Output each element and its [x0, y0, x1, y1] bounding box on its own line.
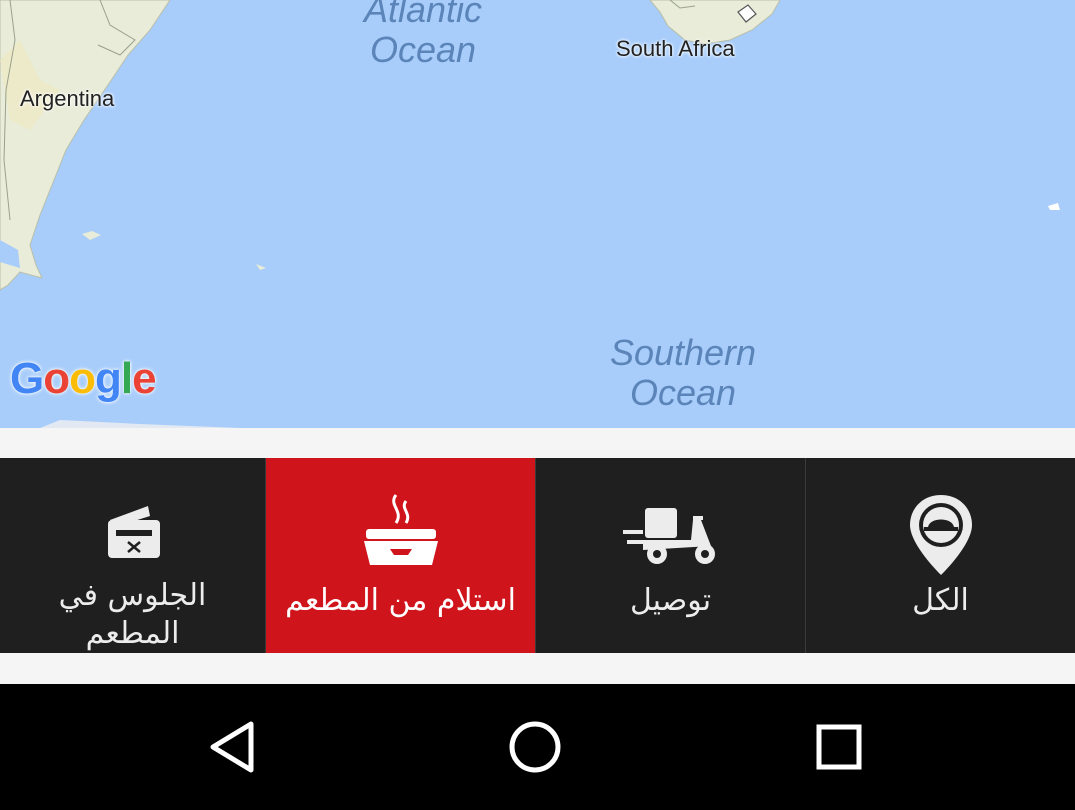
top-separator [0, 428, 1075, 458]
southern-line1: Southern [609, 332, 757, 373]
map-label-south-africa: South Africa [616, 36, 735, 61]
southern-line2: Ocean [629, 372, 737, 413]
pickup-tray-icon [351, 490, 451, 580]
recents-button[interactable] [809, 717, 869, 777]
dine-in-icon [83, 490, 183, 575]
tab-all[interactable]: الكل [805, 458, 1075, 653]
map-label-argentina: Argentina [20, 86, 115, 111]
tab-delivery[interactable]: توصيل [535, 458, 805, 653]
map-label-atlantic-ocean: Atlantic Ocean [323, 0, 523, 70]
tab-label: الكل [912, 583, 969, 618]
bottom-separator [0, 653, 1075, 684]
location-pin-icon [891, 490, 991, 580]
tab-pickup[interactable]: استلام من المطعم [265, 458, 535, 653]
home-button[interactable] [505, 717, 565, 777]
google-logo: Google [10, 354, 157, 403]
recents-icon [816, 724, 862, 770]
system-navigation-bar [0, 684, 1075, 810]
tab-label: الجلوس في المطعم [58, 578, 207, 651]
tab-label: توصيل [629, 583, 712, 618]
atlantic-line1: Atlantic [363, 0, 483, 30]
back-button[interactable] [202, 717, 262, 777]
back-icon [210, 721, 254, 773]
home-icon [509, 721, 561, 773]
order-type-tabbar: الجلوس في المطعم استلام من المطعم توصيل … [0, 458, 1075, 653]
map-land-shapes [0, 0, 1060, 428]
delivery-scooter-icon [621, 490, 721, 580]
tab-label: استلام من المطعم [285, 583, 516, 618]
map-view[interactable]: Argentina South Africa Atlantic Ocean So… [0, 0, 1075, 428]
map-label-southern-ocean: Southern Ocean [583, 333, 783, 413]
tab-dine-in[interactable]: الجلوس في المطعم [0, 458, 265, 653]
atlantic-line2: Ocean [369, 29, 477, 70]
